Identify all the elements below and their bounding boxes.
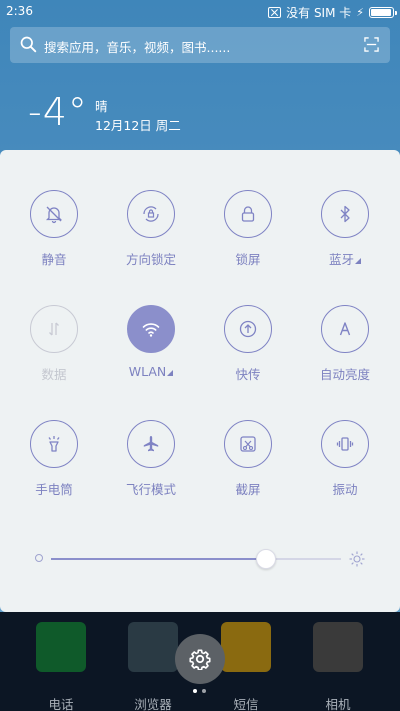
bluetooth-icon [321,190,369,238]
status-right: 没有 SIM 卡 ⚡ [268,4,397,21]
status-bar: 2:36 没有 SIM 卡 ⚡ [0,0,400,24]
settings-button[interactable] [175,634,225,684]
tile-label: 自动亮度 [319,367,370,382]
expand-indicator-icon [167,370,174,376]
scan-icon[interactable] [364,37,379,52]
tile-label-text: WLAN [128,364,167,379]
search-placeholder: 搜索应用，音乐，视频，图书...... [44,40,231,55]
tile-label: 截屏 [235,482,261,497]
app-messages[interactable]: 短信 [216,622,276,711]
gear-icon [189,649,211,670]
search-bar[interactable]: 搜索应用，音乐，视频，图书...... [10,27,390,63]
app-camera[interactable]: 相机 [308,622,368,711]
page-dot [202,689,206,693]
brightness-high-icon [349,551,365,567]
tile-label: 蓝牙 [299,249,391,268]
tile-label: 数据 [41,367,67,382]
rotation-lock-icon [127,190,175,238]
tile-auto-brightness[interactable]: 自动亮度 [299,305,391,401]
browser-icon [128,622,178,672]
lock-icon [224,190,272,238]
mobile-data-icon [30,305,78,353]
charging-icon: ⚡ [356,6,364,19]
page-indicator [193,688,209,694]
quick-settings-panel: 静音 方向锁定 锁屏 蓝牙 数据 WLAN 快传 自动亮度 手电筒 飞行模式 截… [0,150,400,612]
battery-icon [369,7,397,18]
screenshot-icon [224,420,272,468]
weather-condition: 晴 [95,99,108,114]
tile-label: 振动 [332,482,358,497]
weather-widget[interactable]: -4° 晴 12月12日 周二 [0,84,400,144]
tile-label: 锁屏 [235,252,261,267]
tile-mobile-data[interactable]: 数据 [8,305,100,401]
brightness-knob[interactable] [255,549,276,569]
tile-rotation-lock[interactable]: 方向锁定 [105,190,197,286]
brightness-low-icon [35,554,43,562]
phone-icon [36,622,86,672]
brightness-control [0,544,400,574]
tile-label: 方向锁定 [125,252,176,267]
tile-label: 快传 [235,367,261,382]
brightness-fill [51,558,266,560]
tile-vibrate[interactable]: 振动 [299,420,391,516]
quick-transfer-icon [224,305,272,353]
bell-off-icon [30,190,78,238]
app-label: 电话 [48,697,74,711]
page-dot [193,689,197,693]
search-icon [20,36,37,53]
no-sim-icon [268,7,282,18]
auto-brightness-icon [321,305,369,353]
app-phone[interactable]: 电话 [31,622,91,711]
tile-label: 手电筒 [35,482,73,497]
vibrate-icon [321,420,369,468]
app-label: 短信 [233,697,259,711]
airplane-icon [127,420,175,468]
expand-indicator-icon [355,258,361,264]
app-label: 相机 [325,697,351,711]
tile-flashlight[interactable]: 手电筒 [8,420,100,516]
tile-wlan[interactable]: WLAN [105,305,197,401]
tile-airplane-mode[interactable]: 飞行模式 [105,420,197,516]
tile-label-text: 蓝牙 [328,252,354,267]
app-browser[interactable]: 浏览器 [123,622,183,711]
tile-lock-screen[interactable]: 锁屏 [202,190,294,286]
tile-mute[interactable]: 静音 [8,190,100,286]
tile-quick-transfer[interactable]: 快传 [202,305,294,401]
tile-bluetooth[interactable]: 蓝牙 [299,190,391,286]
brightness-slider[interactable] [51,558,341,560]
battery-fill [371,9,391,16]
app-label: 浏览器 [134,697,172,711]
weather-date: 12月12日 周二 [95,118,181,133]
wifi-icon [127,305,175,353]
flashlight-icon [30,420,78,468]
messages-icon [221,622,271,672]
tile-label: WLAN [105,364,197,379]
status-time: 2:36 [6,4,33,18]
tile-label: 静音 [41,252,67,267]
tile-label: 飞行模式 [125,482,176,497]
tile-screenshot[interactable]: 截屏 [202,420,294,516]
camera-icon [313,622,363,672]
temperature: -4° [28,90,88,134]
sim-status-text: 没有 SIM 卡 [286,6,352,20]
